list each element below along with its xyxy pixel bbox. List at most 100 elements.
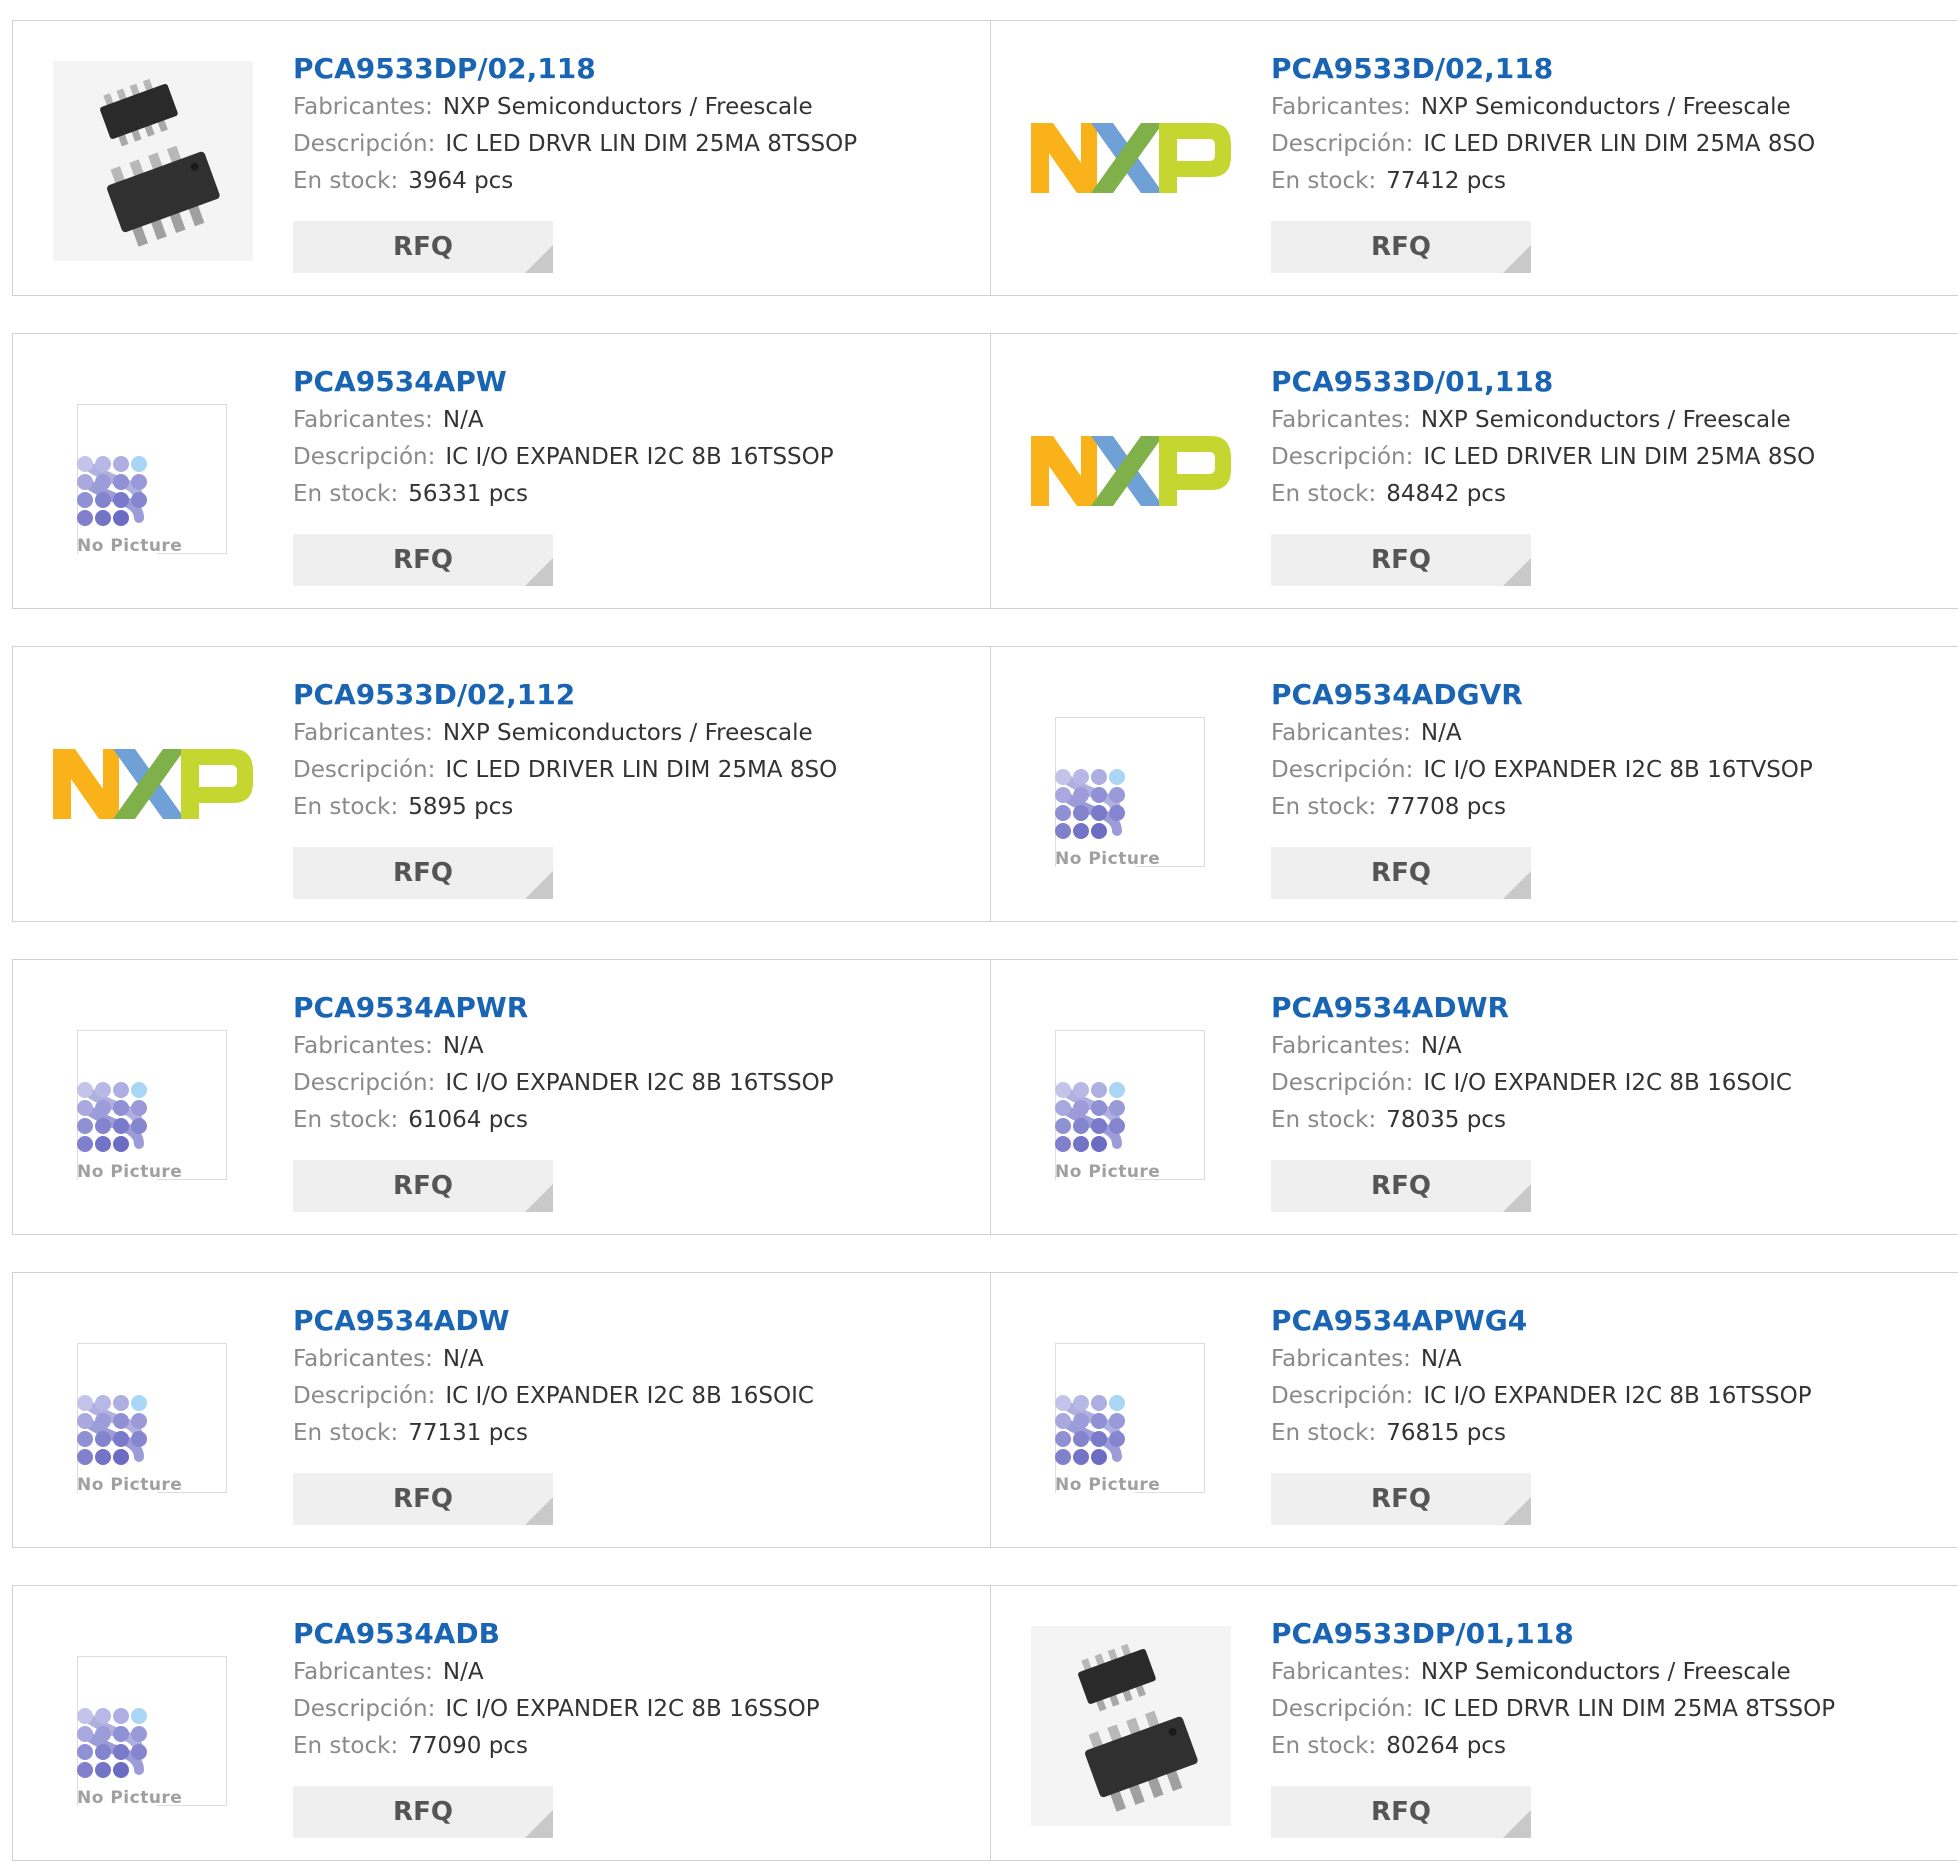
rfq-label: RFQ	[1371, 545, 1431, 575]
no-picture-caption: No Picture	[77, 536, 183, 556]
product-image[interactable]: No Picture	[1031, 687, 1231, 887]
chip-photo-icon	[53, 61, 253, 261]
manufacturer-label: Fabricantes:	[293, 407, 433, 433]
product-image[interactable]: No Picture	[53, 1000, 253, 1200]
description-value: IC LED DRIVER LIN DIM 25MA 8SO	[445, 757, 838, 783]
product-image[interactable]: No Picture	[53, 1313, 253, 1513]
manufacturer-value: NXP Semiconductors / Freescale	[442, 94, 813, 120]
manufacturer-row: Fabricantes: N/A	[293, 1654, 820, 1691]
product-info: PCA9533D/01,118 Fabricantes: NXP Semicond…	[1271, 362, 1815, 513]
part-number-link[interactable]: PCA9534ADWR	[1271, 988, 1792, 1028]
part-number-link[interactable]: PCA9533D/01,118	[1271, 362, 1815, 402]
no-picture-placeholder: No Picture	[1055, 1030, 1205, 1182]
rfq-button[interactable]: RFQ	[1271, 534, 1531, 586]
part-number-link[interactable]: PCA9534ADGVR	[1271, 675, 1813, 715]
description-row: Descripción: IC LED DRVR LIN DIM 25MA 8TS…	[293, 126, 857, 163]
rfq-button[interactable]: RFQ	[293, 221, 553, 273]
rfq-button[interactable]: RFQ	[293, 534, 553, 586]
product-image[interactable]: No Picture	[1031, 1000, 1231, 1200]
stock-row: En stock: 77412 pcs	[1271, 163, 1815, 200]
manufacturer-value: N/A	[442, 1033, 484, 1059]
rfq-button[interactable]: RFQ	[293, 1786, 553, 1838]
stock-label: En stock:	[1271, 794, 1377, 820]
product-info: PCA9534ADGVR Fabricantes: N/A Descripción…	[1271, 675, 1813, 826]
description-label: Descripción:	[1271, 1383, 1414, 1409]
rfq-button[interactable]: RFQ	[1271, 221, 1531, 273]
stock-row: En stock: 56331 pcs	[293, 476, 834, 513]
description-row: Descripción: IC I/O EXPANDER I2C 8B 16TSS…	[293, 439, 834, 476]
part-number-link[interactable]: PCA9534ADB	[293, 1614, 820, 1654]
nxp-logo-icon	[1031, 436, 1231, 506]
corner-triangle-icon	[525, 1497, 553, 1525]
rfq-button[interactable]: RFQ	[293, 847, 553, 899]
stock-value: 84842 pcs	[1386, 481, 1506, 507]
product-card: No Picture PCA9534ADGVR Fabricantes: N/A …	[991, 647, 1958, 921]
stock-label: En stock:	[293, 794, 399, 820]
description-value: IC LED DRVR LIN DIM 25MA 8TSSOP	[1423, 1696, 1836, 1722]
product-image[interactable]	[53, 61, 253, 261]
product-row: No Picture PCA9534ADW Fabricantes: N/A De…	[12, 1272, 1958, 1548]
description-value: IC I/O EXPANDER I2C 8B 16SOIC	[1423, 1070, 1792, 1096]
description-value: IC I/O EXPANDER I2C 8B 16TVSOP	[1423, 757, 1813, 783]
description-row: Descripción: IC I/O EXPANDER I2C 8B 16TVS…	[1271, 752, 1813, 789]
product-image[interactable]: No Picture	[1031, 1313, 1231, 1513]
stock-value: 76815 pcs	[1386, 1420, 1506, 1446]
stock-value: 61064 pcs	[408, 1107, 528, 1133]
product-info: PCA9533DP/01,118 Fabricantes: NXP Semicon…	[1271, 1614, 1835, 1765]
product-image[interactable]	[1031, 374, 1231, 574]
product-info: PCA9534ADWR Fabricantes: N/A Descripción:…	[1271, 988, 1792, 1139]
rfq-button[interactable]: RFQ	[293, 1160, 553, 1212]
no-picture-placeholder: No Picture	[1055, 1343, 1205, 1495]
product-card: PCA9533DP/01,118 Fabricantes: NXP Semicon…	[991, 1586, 1958, 1860]
product-image[interactable]	[53, 687, 253, 887]
product-image[interactable]: No Picture	[53, 1626, 253, 1826]
part-number-link[interactable]: PCA9533DP/02,118	[293, 49, 857, 89]
description-label: Descripción:	[293, 444, 436, 470]
part-number-link[interactable]: PCA9534APWR	[293, 988, 834, 1028]
part-number-link[interactable]: PCA9533D/02,118	[1271, 49, 1815, 89]
product-info: PCA9534ADB Fabricantes: N/A Descripción: I…	[293, 1614, 820, 1765]
stock-value: 77412 pcs	[1386, 168, 1506, 194]
stock-value: 78035 pcs	[1386, 1107, 1506, 1133]
rfq-label: RFQ	[1371, 1797, 1431, 1827]
description-row: Descripción: IC I/O EXPANDER I2C 8B 16TSS…	[293, 1065, 834, 1102]
product-card: No Picture PCA9534ADB Fabricantes: N/A De…	[13, 1586, 991, 1860]
product-row: No Picture PCA9534APWR Fabricantes: N/A D…	[12, 959, 1958, 1235]
stock-row: En stock: 3964 pcs	[293, 163, 857, 200]
product-image[interactable]: No Picture	[53, 374, 253, 574]
description-value: IC LED DRIVER LIN DIM 25MA 8SO	[1423, 131, 1816, 157]
stock-value: 77090 pcs	[408, 1733, 528, 1759]
product-image[interactable]	[1031, 1626, 1231, 1826]
nxp-logo-icon	[1031, 123, 1231, 193]
no-picture-placeholder: No Picture	[77, 404, 227, 556]
product-card: No Picture PCA9534ADWR Fabricantes: N/A D…	[991, 960, 1958, 1234]
rfq-button[interactable]: RFQ	[293, 1473, 553, 1525]
product-info: PCA9534ADW Fabricantes: N/A Descripción: I…	[293, 1301, 814, 1452]
part-number-link[interactable]: PCA9534APW	[293, 362, 834, 402]
description-label: Descripción:	[1271, 757, 1414, 783]
manufacturer-row: Fabricantes: N/A	[1271, 1341, 1812, 1378]
stock-row: En stock: 5895 pcs	[293, 789, 837, 826]
description-row: Descripción: IC I/O EXPANDER I2C 8B 16TSS…	[1271, 1378, 1812, 1415]
no-picture-placeholder: No Picture	[1055, 717, 1205, 869]
rfq-label: RFQ	[1371, 1484, 1431, 1514]
rfq-button[interactable]: RFQ	[1271, 1786, 1531, 1838]
manufacturer-label: Fabricantes:	[293, 94, 433, 120]
part-number-link[interactable]: PCA9534ADW	[293, 1301, 814, 1341]
stock-label: En stock:	[293, 168, 399, 194]
description-value: IC I/O EXPANDER I2C 8B 16SSOP	[445, 1696, 820, 1722]
rfq-button[interactable]: RFQ	[1271, 1473, 1531, 1525]
part-number-link[interactable]: PCA9534APWG4	[1271, 1301, 1812, 1341]
product-card: No Picture PCA9534APWR Fabricantes: N/A D…	[13, 960, 991, 1234]
part-number-link[interactable]: PCA9533DP/01,118	[1271, 1614, 1835, 1654]
manufacturer-value: NXP Semiconductors / Freescale	[1420, 1659, 1791, 1685]
product-card: PCA9533DP/02,118 Fabricantes: NXP Semicon…	[13, 21, 991, 295]
part-number-link[interactable]: PCA9533D/02,112	[293, 675, 837, 715]
rfq-label: RFQ	[1371, 858, 1431, 888]
corner-triangle-icon	[1503, 245, 1531, 273]
no-picture-icon	[77, 456, 147, 526]
stock-row: En stock: 84842 pcs	[1271, 476, 1815, 513]
rfq-button[interactable]: RFQ	[1271, 1160, 1531, 1212]
rfq-button[interactable]: RFQ	[1271, 847, 1531, 899]
product-image[interactable]	[1031, 61, 1231, 261]
